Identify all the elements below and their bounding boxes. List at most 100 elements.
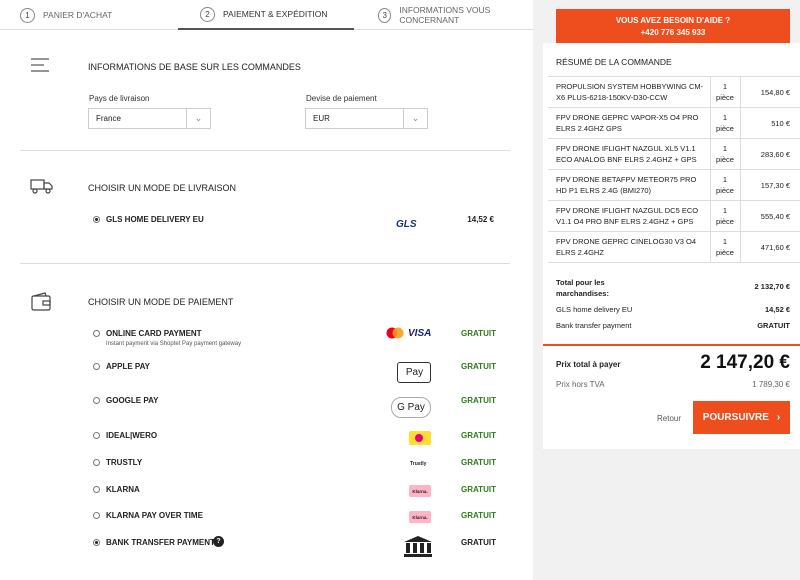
shipping-cost-row: GLS home delivery EU 14,52 € xyxy=(556,305,790,314)
basic-info-title: INFORMATIONS DE BASE SUR LES COMMANDES xyxy=(88,62,301,72)
net-price-label: Prix hors TVA xyxy=(556,380,605,389)
payment-price: GRATUIT xyxy=(461,362,496,371)
item-price: 510 € xyxy=(740,107,800,139)
wallet-icon xyxy=(30,292,52,314)
payment-price: GRATUIT xyxy=(461,485,496,494)
divider xyxy=(20,150,510,151)
payment-title: CHOISIR UN MODE DE PAIEMENT xyxy=(88,297,234,307)
gls-logo: GLS xyxy=(396,219,417,230)
chevron-down-icon: ⌄ xyxy=(403,109,427,128)
bank-icon xyxy=(403,535,433,557)
item-qty: 1 pièce xyxy=(709,107,741,139)
item-name: FPV DRONE IFLIGHT NAZGUL XL5 V1.1 ECO AN… xyxy=(548,138,710,170)
shipping-option-label: GLS HOME DELIVERY EU xyxy=(106,215,204,224)
ideal-wero-icon xyxy=(409,431,431,445)
payment-radio-google-pay[interactable] xyxy=(93,397,100,404)
item-qty: 1 pièce xyxy=(709,138,741,170)
truck-icon xyxy=(30,178,54,196)
summary-title: RÉSUMÉ DE LA COMMANDE xyxy=(556,57,672,67)
goods-total-value: 2 132,70 € xyxy=(754,282,790,291)
payment-radio-ideal[interactable] xyxy=(93,432,100,439)
step-number: 2 xyxy=(200,6,215,22)
payment-option-sub: Instant payment via Shoptet Pay payment … xyxy=(106,341,242,347)
payment-radio-apple-pay[interactable] xyxy=(93,363,100,370)
help-question-icon[interactable]: ? xyxy=(213,536,224,547)
klarna-icon: Klarna. xyxy=(409,485,431,497)
item-name: FPV DRONE GEPRC VAPOR-X5 O4 PRO ELRS 2.4… xyxy=(548,107,710,139)
table-row: FPV DRONE GEPRC VAPOR-X5 O4 PRO ELRS 2.4… xyxy=(548,107,800,139)
step-label: PANIER D'ACHAT xyxy=(43,10,113,20)
menu-lines-icon xyxy=(30,57,50,75)
step-label: PAIEMENT & EXPÉDITION xyxy=(223,9,328,19)
payment-price: GRATUIT xyxy=(461,396,496,405)
goods-total-row: Total pour les marchandises: 2 132,70 € xyxy=(556,277,790,299)
item-price: 555,40 € xyxy=(740,200,800,232)
item-price: 157,30 € xyxy=(740,169,800,201)
total-value: 2 147,20 € xyxy=(700,352,790,373)
payment-radio-klarna-pay-over-time[interactable] xyxy=(93,512,100,519)
klarna-icon: Klarna. xyxy=(409,511,431,523)
table-row: PROPULSION SYSTEM HOBBYWING CM-X6 PLUS-6… xyxy=(548,76,800,108)
country-select[interactable]: France ⌄ xyxy=(88,108,211,129)
help-title: VOUS AVEZ BESOIN D'AIDE ? xyxy=(615,16,731,25)
shipping-cost-value: 14,52 € xyxy=(764,305,790,314)
chevron-right-icon: › xyxy=(776,412,781,423)
payment-option-label: GOOGLE PAY xyxy=(106,396,159,405)
summary-divider xyxy=(543,344,800,346)
step-payment-shipping[interactable]: 2 PAIEMENT & EXPÉDITION xyxy=(178,0,354,30)
payment-option-label: KLARNA PAY OVER TIME xyxy=(106,511,203,520)
goods-total-label: Total pour les marchandises: xyxy=(556,278,609,298)
order-items-table: PROPULSION SYSTEM HOBBYWING CM-X6 PLUS-6… xyxy=(548,76,800,263)
step-label: INFORMATIONS VOUS CONCERNANT xyxy=(399,5,491,25)
payment-radio-card[interactable] xyxy=(93,330,100,337)
help-phone[interactable]: +420 776 345 933 xyxy=(556,27,790,39)
table-row: FPV DRONE IFLIGHT NAZGUL DC5 ECO V1.1 O4… xyxy=(548,200,800,232)
payment-cost-value: GRATUIT xyxy=(757,321,790,330)
table-row: FPV DRONE GEPRC CINELOG30 V3 O4 ELRS 2.4… xyxy=(548,231,800,263)
item-price: 154,80 € xyxy=(740,76,800,108)
step-number: 1 xyxy=(20,7,35,23)
item-qty: 1 pièce xyxy=(709,76,741,108)
payment-price: GRATUIT xyxy=(461,511,496,520)
payment-option-label: TRUSTLY xyxy=(106,458,143,467)
step-number: 3 xyxy=(378,7,392,23)
payment-price: GRATUIT xyxy=(461,329,496,338)
continue-button[interactable]: POURSUIVRE › xyxy=(693,401,790,434)
table-row: FPV DRONE IFLIGHT NAZGUL XL5 V1.1 ECO AN… xyxy=(548,138,800,170)
payment-radio-trustly[interactable] xyxy=(93,459,100,466)
total-label: Prix total à payer xyxy=(556,360,621,369)
help-banner[interactable]: VOUS AVEZ BESOIN D'AIDE ? +420 776 345 9… xyxy=(556,9,790,43)
item-name: FPV DRONE BETAFPV METEOR75 PRO HD P1 ELR… xyxy=(548,169,710,201)
payment-cost-row: Bank transfer payment GRATUIT xyxy=(556,321,790,330)
item-qty: 1 pièce xyxy=(709,231,741,263)
payment-option-label: IDEAL|WERO xyxy=(106,431,158,440)
currency-select[interactable]: EUR ⌄ xyxy=(305,108,428,129)
shipping-price: 14,52 € xyxy=(467,215,494,224)
item-qty: 1 pièce xyxy=(709,169,741,201)
item-qty: 1 pièce xyxy=(709,200,741,232)
net-price-value: 1 789,30 € xyxy=(752,380,790,389)
payment-option-label: KLARNA xyxy=(106,485,140,494)
step-customer-info[interactable]: 3 INFORMATIONS VOUS CONCERNANT xyxy=(378,0,533,30)
continue-label: POURSUIVRE xyxy=(702,412,769,423)
payment-cost-label: Bank transfer payment xyxy=(556,321,632,330)
payment-option-label: BANK TRANSFER PAYMENT xyxy=(106,538,215,547)
payment-radio-bank-transfer[interactable] xyxy=(93,539,100,546)
payment-option-label: ONLINE CARD PAYMENT xyxy=(106,329,202,338)
shipping-cost-label: GLS home delivery EU xyxy=(556,305,633,314)
checkout-steps: 1 PANIER D'ACHAT 2 PAIEMENT & EXPÉDITION… xyxy=(0,0,533,30)
currency-value: EUR xyxy=(313,114,330,123)
item-name: PROPULSION SYSTEM HOBBYWING CM-X6 PLUS-6… xyxy=(548,76,710,108)
payment-option-label: APPLE PAY xyxy=(106,362,151,371)
mastercard-visa-icon: VISA xyxy=(386,327,431,339)
country-value: France xyxy=(96,114,121,123)
item-name: FPV DRONE IFLIGHT NAZGUL DC5 ECO V1.1 O4… xyxy=(548,200,710,232)
item-price: 283,60 € xyxy=(740,138,800,170)
item-price: 471,60 € xyxy=(740,231,800,263)
step-cart[interactable]: 1 PANIER D'ACHAT xyxy=(20,0,112,30)
shipping-radio-gls[interactable] xyxy=(93,216,100,223)
payment-radio-klarna[interactable] xyxy=(93,486,100,493)
payment-price: GRATUIT xyxy=(461,538,496,547)
back-link[interactable]: Retour xyxy=(657,414,681,423)
divider xyxy=(20,263,510,264)
